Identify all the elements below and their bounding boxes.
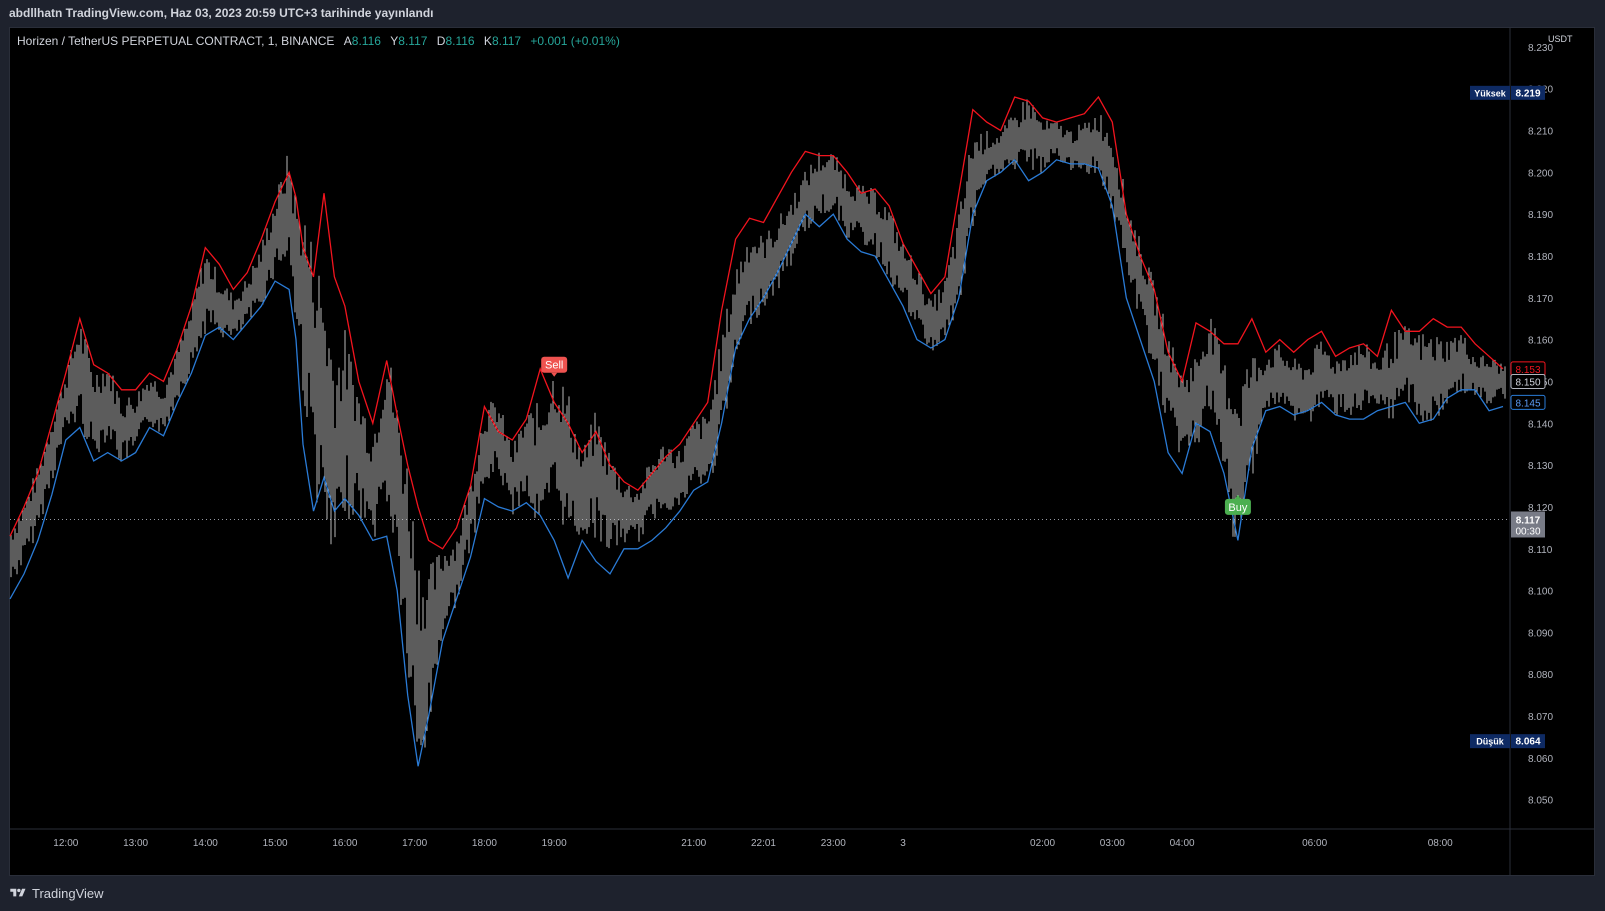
- y-tick-label: 8.200: [1528, 168, 1553, 179]
- open-label: A: [343, 34, 352, 48]
- y-tick-label: 8.230: [1528, 43, 1553, 54]
- currency-label[interactable]: USDT: [1548, 34, 1573, 44]
- x-tick-label: 13:00: [123, 838, 148, 849]
- x-tick-label: 02:00: [1030, 838, 1055, 849]
- y-tick-label: 8.170: [1528, 294, 1553, 305]
- x-tick-label: 21:00: [681, 838, 706, 849]
- high-marker-tag-label: Yüksek: [1474, 88, 1507, 98]
- x-tick-label: 15:00: [263, 838, 288, 849]
- footer-brand[interactable]: TradingView: [32, 886, 104, 901]
- x-tick-label: 14:00: [193, 838, 218, 849]
- low-value: 8.116: [445, 34, 475, 48]
- y-tick-label: 8.130: [1528, 461, 1553, 472]
- sell-marker-pointer: [551, 372, 558, 377]
- x-tick-label: 19:00: [542, 838, 567, 849]
- y-tick-label: 8.140: [1528, 419, 1553, 430]
- close-value: 8.117: [491, 34, 522, 48]
- upper-band-line: [9, 95, 1504, 550]
- x-tick-label: 16:00: [332, 838, 357, 849]
- buy-marker-label: Buy: [1228, 502, 1247, 514]
- buy-marker-pointer: [1234, 494, 1241, 499]
- last-price-label-value: 8.117: [1516, 515, 1541, 526]
- x-tick-label: 23:00: [821, 838, 846, 849]
- high-value: 8.117: [398, 34, 428, 48]
- lower-band-line: [9, 158, 1504, 767]
- x-tick-label: 03:00: [1100, 838, 1125, 849]
- x-tick-label: 04:00: [1170, 838, 1195, 849]
- symbol-title[interactable]: Horizen / TetherUS PERPETUAL CONTRACT, 1…: [17, 34, 334, 48]
- sell-marker-label: Sell: [545, 360, 563, 372]
- y-tick-label: 8.110: [1528, 545, 1553, 556]
- y-tick-label: 8.060: [1528, 754, 1553, 765]
- open-value: 8.116: [351, 34, 381, 48]
- y-tick-label: 8.050: [1528, 796, 1553, 807]
- close-label: K: [483, 34, 492, 48]
- y-tick-label: 8.180: [1528, 252, 1553, 263]
- x-tick-label: 18:00: [472, 838, 497, 849]
- last-price-label-countdown: 00:30: [1515, 526, 1540, 537]
- y-tick-label: 8.080: [1528, 670, 1553, 681]
- y-tick-label: 8.160: [1528, 336, 1553, 347]
- x-tick-label: 08:00: [1428, 838, 1453, 849]
- price-chart[interactable]: 8.2308.2208.2108.2008.1908.1808.1708.160…: [0, 0, 1605, 911]
- close-price-label: 8.150: [1515, 377, 1540, 388]
- lower-band-price-label: 8.145: [1515, 398, 1540, 409]
- footer: TradingView: [9, 878, 104, 908]
- high-marker-value: 8.219: [1515, 88, 1540, 99]
- x-tick-label: 12:00: [53, 838, 78, 849]
- y-tick-label: 8.210: [1528, 126, 1553, 137]
- x-tick-label: 06:00: [1302, 838, 1327, 849]
- y-tick-label: 8.190: [1528, 210, 1553, 221]
- price-bars: [10, 99, 1506, 748]
- x-tick-label: 3: [900, 838, 906, 849]
- y-tick-label: 8.070: [1528, 712, 1553, 723]
- tradingview-logo-icon[interactable]: [9, 887, 27, 899]
- y-tick-label: 8.100: [1528, 587, 1553, 598]
- x-tick-label: 22:01: [751, 838, 776, 849]
- change-value: +0.001 (+0.01%): [530, 34, 620, 48]
- low-marker-value: 8.064: [1515, 737, 1540, 748]
- x-tick-label: 17:00: [402, 838, 427, 849]
- y-tick-label: 8.090: [1528, 628, 1553, 639]
- low-marker-tag-label: Düşük: [1476, 737, 1505, 747]
- symbol-legend: Horizen / TetherUS PERPETUAL CONTRACT, 1…: [17, 34, 620, 48]
